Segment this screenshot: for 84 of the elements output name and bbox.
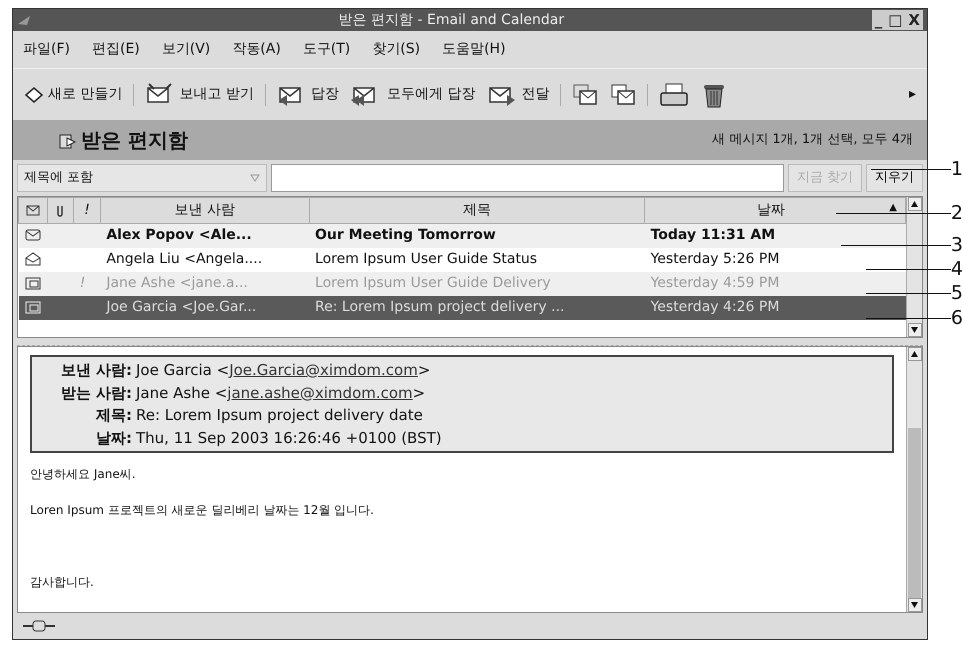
column-header[interactable]: 제목 (309, 198, 645, 224)
new-message-icon (24, 84, 44, 104)
header-label: 받는 사람: (60, 382, 133, 404)
body-text: 안녕하세요 Jane씨. (30, 466, 137, 483)
callout-number: 6 (950, 306, 963, 331)
sender-cell: Alex Popov <Ale... (106, 227, 252, 244)
app-icon (17, 14, 31, 26)
minimize-button[interactable]: _ (872, 10, 886, 30)
callout-number: 4 (950, 257, 963, 282)
callout-number: 3 (950, 233, 963, 258)
connection-icon (23, 620, 55, 632)
down-arrow-icon (911, 327, 918, 333)
replyall-button[interactable]: 모두에게 답장 (348, 80, 478, 110)
header-value: Joe Garcia <Joe.Garcia@ximdom.com> (136, 360, 432, 381)
callout-number: 2 (950, 201, 963, 226)
scroll-down-button[interactable] (908, 598, 922, 612)
column-header[interactable] (47, 198, 74, 224)
more-button[interactable]: ▸ (906, 82, 919, 107)
up-arrow-icon (911, 351, 918, 357)
message-summary: 새 메시지 1개, 1개 선택, 모두 4개 (712, 131, 913, 150)
menu-item[interactable]: 도구(T) (302, 39, 350, 60)
scrollbar-thumb[interactable] (908, 428, 921, 598)
copy-message-icon (610, 82, 636, 106)
menu-item[interactable]: 파일(F) (23, 39, 70, 60)
header-value: Jane Ashe <jane.ashe@ximdom.com> (136, 382, 426, 404)
replied-envelope-icon (24, 276, 40, 290)
reply-button[interactable]: 답장 (274, 80, 342, 110)
date-cell: Yesterday 4:59 PM (650, 275, 780, 291)
subject-cell: Re: Lorem Ipsum project delivery ... (315, 299, 565, 315)
header-value: Re: Lorem Ipsum project delivery date (136, 405, 424, 426)
menu-item[interactable]: 도움말(H) (442, 39, 506, 60)
sendreceive-button[interactable]: 보내고 받기 (142, 80, 257, 110)
column-header[interactable]: 보낸 사람 (100, 198, 310, 224)
body-text: Loren Ipsum 프로젝트의 새로운 딜리베리 날짜는 12월 입니다. (30, 502, 375, 519)
priority-mark: ! (80, 275, 86, 291)
callout-number: 5 (950, 281, 963, 306)
subject-cell: Our Meeting Tomorrow (315, 227, 496, 244)
maximize-button[interactable]: □ (885, 10, 906, 30)
subject-cell: Lorem Ipsum User Guide Delivery (315, 275, 551, 291)
menu-item[interactable]: 작동(A) (232, 39, 281, 60)
window-title: 받은 편지함 - Email and Calendar (338, 10, 566, 30)
message-row[interactable]: Joe Garcia <Joe.Gar... Re: Lorem Ipsum project delivery ... Yesterday 4:26 PM (18, 296, 906, 320)
closed-envelope-icon (24, 228, 40, 242)
column-header[interactable]: ! (74, 198, 100, 224)
replied-envelope-icon (24, 300, 40, 314)
date-cell: Yesterday 5:26 PM (650, 251, 780, 267)
menu-item[interactable]: 편집(E) (92, 39, 140, 60)
header-label: 보낸 사람: (60, 360, 133, 381)
sender-cell: Angela Liu <Angela.... (106, 251, 262, 267)
subject-cell: Lorem Ipsum User Guide Status (315, 251, 538, 267)
callout-number: 1 (950, 157, 963, 182)
email-link[interactable]: jane.ashe@ximdom.com (227, 384, 413, 402)
up-arrow-icon (911, 201, 918, 207)
email-link[interactable]: Joe.Garcia@ximdom.com (229, 361, 418, 379)
sender-cell: Jane Ashe <jane.a... (106, 275, 248, 291)
dropdown-arrow-icon (250, 174, 260, 182)
sort-arrow: ▲ (889, 201, 897, 215)
forward-button[interactable]: 전달 (484, 80, 552, 110)
search-field[interactable] (271, 164, 784, 192)
column-label: 날짜 (756, 201, 786, 220)
scroll-down-button[interactable] (908, 323, 922, 337)
new-button[interactable]: 새로 만들기 (21, 82, 126, 107)
menu-item[interactable]: 보기(V) (162, 39, 210, 60)
column-header[interactable]: 날짜 ▲ (644, 198, 906, 224)
down-arrow-icon (911, 602, 918, 608)
clear-button[interactable]: 지우기 (866, 164, 923, 192)
header-label: 제목: (94, 405, 133, 426)
date-cell: Today 11:31 AM (650, 227, 776, 244)
scroll-up-button[interactable] (908, 347, 922, 361)
menu-item[interactable]: 찾기(S) (372, 39, 420, 60)
move-message-icon (572, 82, 598, 106)
close-button[interactable]: X (905, 10, 923, 30)
scroll-up-button[interactable] (908, 197, 922, 211)
date-cell: Yesterday 4:26 PM (650, 299, 780, 315)
column-header[interactable] (18, 198, 48, 224)
open-envelope-icon (24, 252, 40, 266)
header-label: 날짜: (95, 428, 133, 448)
header-value: Thu, 11 Sep 2003 16:26:46 +0100 (BST) (136, 428, 443, 448)
printer-icon (659, 82, 690, 108)
folder-title: 받은 편지함 (81, 127, 189, 154)
sender-cell: Joe Garcia <Joe.Gar... (106, 299, 256, 315)
envelope-icon (26, 204, 40, 216)
body-text: 감사합니다. (30, 574, 95, 591)
search-scope-dropdown[interactable]: 제목에 포함 (17, 164, 267, 192)
